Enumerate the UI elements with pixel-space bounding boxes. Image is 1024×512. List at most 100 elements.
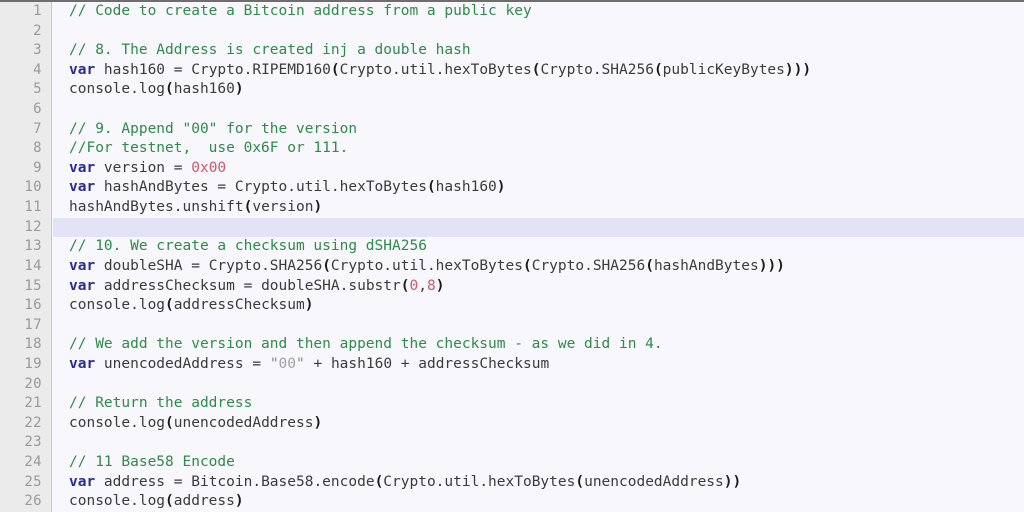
code-line-text[interactable]: var unencodedAddress = "00" + hash160 + … (53, 355, 1024, 375)
code-line-text[interactable]: var hash160 = Crypto.RIPEMD160(Crypto.ut… (53, 61, 1024, 81)
code-line-text[interactable]: console.log(address) (53, 492, 1024, 512)
code-line[interactable]: 10 var hashAndBytes = Crypto.util.hexToBy… (0, 178, 1024, 198)
code-line[interactable]: 11 hashAndBytes.unshift(version) (0, 198, 1024, 218)
line-number: 18 (24, 336, 42, 353)
line-number: 22 (24, 414, 42, 431)
code-token-txt: hashAndBytes = Crypto.util.hexToBytes (95, 179, 427, 196)
line-number: 20 (24, 375, 42, 392)
code-line[interactable]: 4 var hash160 = Crypto.RIPEMD160(Crypto.u… (0, 61, 1024, 81)
code-token-txt: hash160 (173, 81, 235, 98)
code-line[interactable]: 17 (0, 316, 1024, 336)
code-token-txt: publicKeyBytes (662, 61, 785, 78)
code-token-par: ( (374, 473, 384, 490)
code-token-com: // 10. We create a checksum using dSHA25… (69, 238, 427, 255)
code-line[interactable]: 16 console.log(addressChecksum) (0, 296, 1024, 316)
code-line-text[interactable]: var version = 0x00 (53, 159, 1024, 179)
code-line[interactable]: 19 var unencodedAddress = "00" + hash160 … (0, 355, 1024, 375)
code-line-text[interactable]: var address = Bitcoin.Base58.encode(Cryp… (53, 473, 1024, 493)
code-line[interactable]: 12 (0, 217, 1024, 238)
code-token-txt: , (418, 277, 427, 294)
code-line-text[interactable]: hashAndBytes.unshift(version) (53, 198, 1024, 218)
code-line[interactable]: 2 (0, 22, 1024, 42)
code-token-com: // 11 Base58 Encode (69, 454, 235, 471)
code-line-text[interactable]: // Code to create a Bitcoin address from… (53, 2, 1024, 22)
code-line[interactable]: 26 console.log(address) (0, 492, 1024, 512)
line-number: 4 (33, 61, 42, 78)
code-token-txt: console.log (69, 297, 166, 314)
line-number: 10 (24, 179, 42, 196)
code-token-par: ( (575, 473, 585, 490)
code-line-text[interactable]: // Return the address (53, 394, 1024, 414)
code-line[interactable]: 24 // 11 Base58 Encode (0, 453, 1024, 473)
code-token-txt: Crypto.SHA256 (531, 257, 646, 274)
code-line[interactable]: 22 console.log(unencodedAddress) (0, 414, 1024, 434)
code-line-text[interactable]: var doubleSHA = Crypto.SHA256(Crypto.uti… (53, 257, 1024, 277)
code-token-com: // 8. The Address is created inj a doubl… (69, 42, 471, 59)
line-number: 11 (24, 199, 42, 216)
code-line[interactable]: 3 // 8. The Address is created inj a doub… (0, 41, 1024, 61)
code-token-txt: unencodedAddress (173, 414, 314, 431)
code-line[interactable]: 23 (0, 433, 1024, 453)
code-line-text[interactable]: console.log(hash160) (53, 80, 1024, 100)
code-token-kw: var (69, 473, 96, 490)
code-line-text[interactable]: // 9. Append "00" for the version (53, 120, 1024, 140)
code-line[interactable]: 18 // We add the version and then append … (0, 335, 1024, 355)
code-line-text[interactable]: console.log(addressChecksum) (53, 296, 1024, 316)
line-number: 14 (24, 257, 42, 274)
code-line[interactable]: 1 // Code to create a Bitcoin address fro… (0, 2, 1024, 22)
code-line[interactable]: 14 var doubleSHA = Crypto.SHA256(Crypto.u… (0, 257, 1024, 277)
code-line[interactable]: 9 var version = 0x00 (0, 159, 1024, 179)
code-content-area[interactable]: 1 // Code to create a Bitcoin address fro… (0, 2, 1024, 512)
code-line-text[interactable] (53, 375, 1024, 395)
code-line[interactable]: 20 (0, 375, 1024, 395)
code-line[interactable]: 25 var address = Bitcoin.Base58.encode(Cr… (0, 473, 1024, 493)
code-line-text[interactable]: var addressChecksum = doubleSHA.substr(0… (53, 277, 1024, 297)
code-line[interactable]: 13 // 10. We create a checksum using dSHA… (0, 237, 1024, 257)
code-token-par: ) (234, 493, 244, 510)
code-line[interactable]: 15 var addressChecksum = doubleSHA.substr… (0, 277, 1024, 297)
code-line[interactable]: 8 //For testnet, use 0x6F or 111. (0, 139, 1024, 159)
code-token-par: ( (645, 257, 654, 274)
code-token-num: 0x00 (191, 159, 227, 176)
code-line-text[interactable] (53, 22, 1024, 42)
code-token-txt: hashAndBytes.unshift (69, 199, 244, 216)
code-line-text[interactable]: var hashAndBytes = Crypto.util.hexToByte… (53, 178, 1024, 198)
code-token-txt: + hash160 + addressChecksum (304, 355, 550, 372)
code-line-text[interactable]: // We add the version and then append th… (53, 335, 1024, 355)
code-token-par: )) (723, 473, 742, 490)
code-token-txt: console.log (69, 414, 166, 431)
code-token-par: ( (165, 414, 174, 431)
code-token-txt: Crypto.util.hexToBytes (383, 473, 576, 490)
code-line-text[interactable] (53, 433, 1024, 453)
code-token-com: // Code to create a Bitcoin address from… (69, 3, 532, 19)
code-line[interactable]: 7 // 9. Append "00" for the version (0, 120, 1024, 140)
code-line-text[interactable] (53, 100, 1024, 120)
code-line[interactable]: 6 (0, 100, 1024, 120)
code-token-txt: Crypto.util.hexToBytes (339, 61, 532, 78)
code-token-com: //For testnet, use 0x6F or 111. (69, 140, 349, 157)
code-token-txt: address (173, 493, 235, 510)
line-number: 2 (33, 22, 42, 39)
code-editor[interactable]: 1 // Code to create a Bitcoin address fro… (0, 0, 1024, 512)
code-line[interactable]: 5 console.log(hash160) (0, 80, 1024, 100)
code-token-par: ( (322, 257, 331, 274)
code-token-str: 00 (278, 355, 297, 372)
code-line-text[interactable]: // 10. We create a checksum using dSHA25… (53, 237, 1024, 257)
code-token-kw: var (69, 355, 96, 372)
code-token-par: ( (165, 81, 174, 98)
code-line-text[interactable]: console.log(unencodedAddress) (53, 414, 1024, 434)
code-token-txt: doubleSHA = Crypto.SHA256 (95, 257, 323, 274)
code-line-text[interactable]: // 11 Base58 Encode (53, 453, 1024, 473)
code-token-par: ( (653, 61, 663, 78)
code-token-num: 0 (409, 277, 419, 294)
code-line-text[interactable]: // 8. The Address is created inj a doubl… (53, 41, 1024, 61)
code-token-par: ( (165, 297, 174, 314)
code-line-text[interactable] (53, 217, 1024, 238)
line-number: 6 (33, 101, 42, 118)
code-line-text[interactable]: //For testnet, use 0x6F or 111. (53, 139, 1024, 159)
code-line[interactable]: 21 // Return the address (0, 394, 1024, 414)
code-token-txt: hashAndBytes (653, 257, 759, 274)
code-token-par: ( (330, 61, 340, 78)
code-line-text[interactable] (53, 316, 1024, 336)
code-token-par: ))) (758, 257, 785, 274)
